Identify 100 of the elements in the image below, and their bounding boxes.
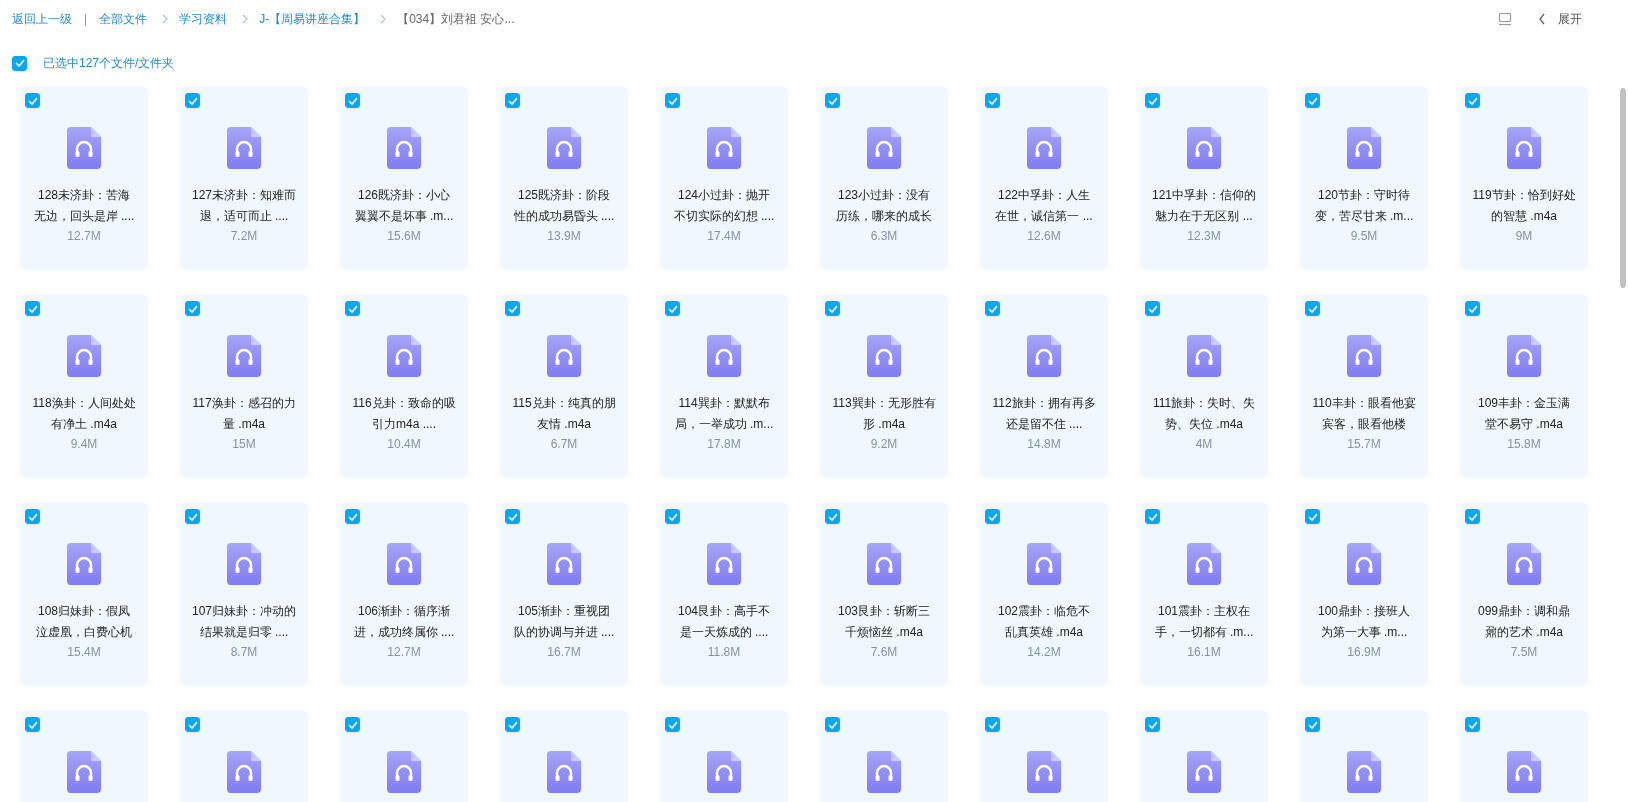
- file-checkbox[interactable]: [185, 509, 200, 524]
- audio-file-icon: [67, 751, 101, 793]
- file-card[interactable]: 115兑卦：纯真的朋 友情 .m4a 6.7M: [500, 294, 628, 478]
- file-size: 15.4M: [67, 644, 101, 661]
- audio-file-icon: [1347, 543, 1381, 585]
- file-card[interactable]: 117涣卦：感召的力 量 .m4a 15M: [180, 294, 308, 478]
- file-size: 15M: [232, 436, 256, 453]
- file-card[interactable]: 101震卦：主权在 手，一切都有 .m... 16.1M: [1140, 502, 1268, 686]
- file-checkbox[interactable]: [1465, 509, 1480, 524]
- chevron-icon: [161, 14, 170, 24]
- file-card[interactable]: 100鼎卦：接班人 为第一大事 .m... 16.9M: [1300, 502, 1428, 686]
- file-card[interactable]: 104艮卦：高手不 是一天炼成的 .... 11.8M: [660, 502, 788, 686]
- file-checkbox[interactable]: [1145, 301, 1160, 316]
- file-name: 101震卦：主权在 手，一切都有 .m...: [1154, 603, 1254, 641]
- file-card[interactable]: 125既济卦：阶段 性的成功易昏头 .... 13.9M: [500, 86, 628, 270]
- expand-button[interactable]: 展开: [1538, 10, 1582, 28]
- file-checkbox[interactable]: [1465, 93, 1480, 108]
- file-checkbox[interactable]: [185, 93, 200, 108]
- audio-file-icon: [1187, 335, 1221, 377]
- file-checkbox[interactable]: [665, 301, 680, 316]
- breadcrumb-link[interactable]: 全部文件: [99, 10, 148, 28]
- file-checkbox[interactable]: [665, 509, 680, 524]
- monitor-icon[interactable]: [1498, 12, 1512, 26]
- file-checkbox[interactable]: [345, 301, 360, 316]
- file-checkbox[interactable]: [1145, 93, 1160, 108]
- file-card[interactable]: 120节卦：守时待 变，苦尽甘来 .m... 9.5M: [1300, 86, 1428, 270]
- file-card[interactable]: 109丰卦：金玉满 堂不易守 .m4a 15.8M: [1460, 294, 1588, 478]
- file-card[interactable]: 112旅卦：拥有再多 还是留不住 .... 14.8M: [980, 294, 1108, 478]
- file-card[interactable]: 123小过卦：没有 历练，哪来的成长 6.3M: [820, 86, 948, 270]
- audio-file-icon: [1347, 751, 1381, 793]
- file-checkbox[interactable]: [1305, 509, 1320, 524]
- file-checkbox[interactable]: [1145, 717, 1160, 732]
- file-card[interactable]: 113巽卦：无形胜有 形 .m4a 9.2M: [820, 294, 948, 478]
- file-card[interactable]: 116兑卦：致命的吸 引力m4a .... 10.4M: [340, 294, 468, 478]
- file-card[interactable]: 111旅卦：失时、失 势、失位 .m4a 4M: [1140, 294, 1268, 478]
- file-checkbox[interactable]: [665, 717, 680, 732]
- file-checkbox[interactable]: [505, 717, 520, 732]
- file-checkbox[interactable]: [25, 509, 40, 524]
- check-icon: [1467, 720, 1478, 729]
- file-card[interactable]: 110丰卦：眼看他宴 宾客，眼看他楼 15.7M: [1300, 294, 1428, 478]
- audio-file-icon: [387, 335, 421, 377]
- file-checkbox[interactable]: [345, 717, 360, 732]
- file-checkbox[interactable]: [825, 717, 840, 732]
- file-card[interactable]: 124小过卦：抛开 不切实际的幻想 .... 17.4M: [660, 86, 788, 270]
- file-size: 6.3M: [870, 228, 898, 245]
- breadcrumb-link[interactable]: J-【周易讲座合集】: [259, 10, 366, 28]
- file-card[interactable]: 103艮卦：斩断三 千烦恼丝 .m4a 7.6M: [820, 502, 948, 686]
- file-card[interactable]: 099鼎卦：调和鼎 鼐的艺术 .m4a 7.5M: [1460, 502, 1588, 686]
- file-checkbox[interactable]: [985, 509, 1000, 524]
- check-icon: [1307, 304, 1318, 313]
- file-checkbox[interactable]: [985, 93, 1000, 108]
- file-size: 9.2M: [870, 436, 898, 453]
- file-checkbox[interactable]: [505, 301, 520, 316]
- audio-file-icon: [867, 335, 901, 377]
- file-checkbox[interactable]: [825, 301, 840, 316]
- file-size: 15.6M: [387, 228, 421, 245]
- select-all-checkbox[interactable]: [12, 55, 27, 71]
- file-checkbox[interactable]: [1465, 717, 1480, 732]
- file-card[interactable]: 127未济卦：知难而 退，适可而止 .... 7.2M: [180, 86, 308, 270]
- check-icon: [347, 96, 358, 105]
- file-card[interactable]: 128未济卦：苦海 无边，回头是岸 .... 12.7M: [20, 86, 148, 270]
- file-checkbox[interactable]: [185, 717, 200, 732]
- file-checkbox[interactable]: [505, 93, 520, 108]
- file-checkbox[interactable]: [1305, 93, 1320, 108]
- file-checkbox[interactable]: [1305, 301, 1320, 316]
- file-checkbox[interactable]: [25, 717, 40, 732]
- file-size: 8.7M: [230, 644, 258, 661]
- file-checkbox[interactable]: [985, 301, 1000, 316]
- file-checkbox[interactable]: [185, 301, 200, 316]
- audio-file-icon: [1507, 127, 1541, 169]
- file-card[interactable]: 118涣卦：人间处处 有净土 .m4a 9.4M: [20, 294, 148, 478]
- file-card[interactable]: 114巽卦：默默布 局，一举成功 .m... 17.8M: [660, 294, 788, 478]
- file-checkbox[interactable]: [25, 301, 40, 316]
- file-card[interactable]: 108归妹卦：假凤 泣虚凰，白费心机 15.4M: [20, 502, 148, 686]
- back-link[interactable]: 返回上一级: [12, 10, 72, 28]
- file-card[interactable]: 122中孚卦：人生 在世，诚信第一 ... 12.6M: [980, 86, 1108, 270]
- file-checkbox[interactable]: [1465, 301, 1480, 316]
- check-icon: [347, 512, 358, 521]
- file-card[interactable]: 106渐卦：循序渐 进，成功终属你 .... 12.7M: [340, 502, 468, 686]
- file-checkbox[interactable]: [345, 509, 360, 524]
- breadcrumb-link[interactable]: 【034】刘君祖 安心...: [397, 10, 515, 28]
- file-card[interactable]: 102震卦：临危不 乱真英雄 .m4a 14.2M: [980, 502, 1108, 686]
- file-checkbox[interactable]: [665, 93, 680, 108]
- breadcrumb-link[interactable]: 学习资料: [179, 10, 228, 28]
- file-checkbox[interactable]: [985, 717, 1000, 732]
- file-size: 16.7M: [547, 644, 581, 661]
- check-icon: [507, 720, 518, 729]
- file-card[interactable]: 105渐卦：重视团 队的协调与并进 .... 16.7M: [500, 502, 628, 686]
- file-checkbox[interactable]: [825, 93, 840, 108]
- file-card[interactable]: 107归妹卦：冲动的 结果就是归零 .... 8.7M: [180, 502, 308, 686]
- file-checkbox[interactable]: [1305, 717, 1320, 732]
- file-card[interactable]: 121中孚卦：信仰的 魅力在于无区别 ... 12.3M: [1140, 86, 1268, 270]
- file-checkbox[interactable]: [1145, 509, 1160, 524]
- file-checkbox[interactable]: [25, 93, 40, 108]
- file-checkbox[interactable]: [505, 509, 520, 524]
- file-checkbox[interactable]: [345, 93, 360, 108]
- file-checkbox[interactable]: [825, 509, 840, 524]
- scrollbar[interactable]: [1620, 88, 1626, 288]
- file-card[interactable]: 119节卦：恰到好处 的智慧 .m4a 9M: [1460, 86, 1588, 270]
- file-card[interactable]: 126既济卦：小心 翼翼不是坏事 .m... 15.6M: [340, 86, 468, 270]
